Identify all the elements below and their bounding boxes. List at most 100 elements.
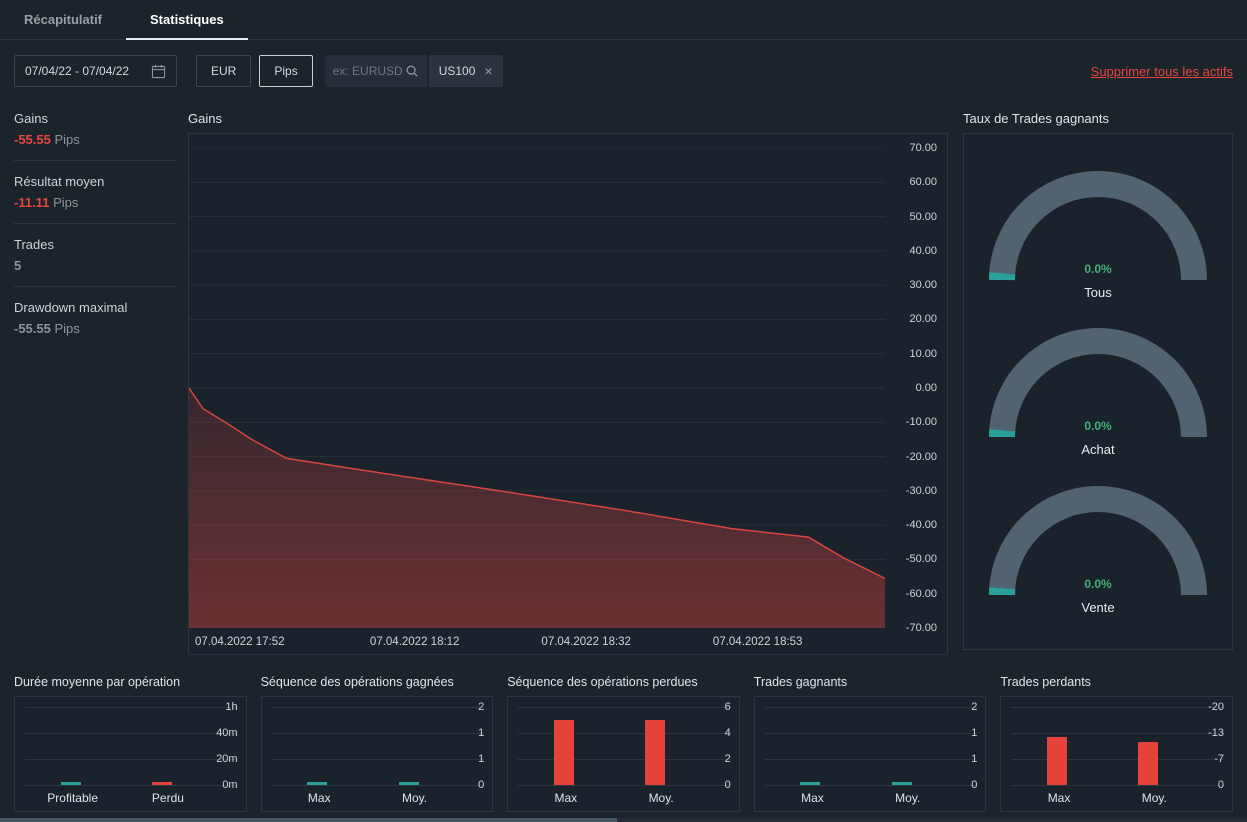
mini-y-tick-label: -20: [1208, 701, 1224, 713]
mini-chart-seq-perdues: Séquence des opérations perdues 6 4 2 0 Max M…: [507, 675, 740, 812]
bar: [645, 720, 666, 785]
bar: [151, 782, 172, 785]
bar-column: [518, 707, 609, 785]
category-label: Moy.: [401, 791, 428, 805]
mini-y-tick-label: 2: [724, 753, 731, 765]
gains-chart-section: Gains 70.00 60.00 50.00 40.00 30.00 20.00 10.0…: [188, 111, 948, 655]
unit-button[interactable]: Pips: [259, 55, 313, 87]
gauge-tous: 0.0% Tous: [987, 169, 1209, 300]
mini-chart-box: 6 4 2 0 Max Moy.: [507, 696, 740, 812]
gains-chart-yticks: 70.00 60.00 50.00 40.00 30.00 20.00 10.00 0.00 -…: [887, 142, 937, 634]
category-label: Max: [1047, 791, 1071, 805]
y-tick-label: -20.00: [905, 450, 937, 463]
bar: [307, 782, 328, 785]
mini-y-tick-label: 2: [971, 701, 978, 713]
tab-statistiques[interactable]: Statistiques: [126, 0, 248, 40]
bar-column: [1103, 707, 1194, 785]
category-label: Moy.: [648, 791, 674, 805]
chip-close-icon[interactable]: ×: [484, 63, 492, 79]
gains-chart-xlabels: 07.04.2022 17:52 07.04.2022 18:12 07.04.20…: [195, 636, 881, 656]
summary-value: -55.55: [14, 132, 51, 147]
y-tick-label: -10.00: [905, 416, 937, 429]
bar: [398, 782, 419, 785]
tab-recapitulatif[interactable]: Récapitulatif: [0, 0, 126, 39]
summary-item-gains: Gains -55.55 Pips: [14, 111, 177, 147]
x-tick-label: 07.04.2022 18:53: [712, 636, 803, 648]
gauge-label: Achat: [1081, 442, 1115, 457]
mini-y-tick-label: 1: [478, 727, 485, 739]
summary-unit: Pips: [54, 321, 80, 336]
y-tick-label: -70.00: [905, 621, 937, 634]
category-label: Moy.: [1141, 791, 1167, 805]
bar-column: [363, 707, 454, 785]
mini-chart-box: 2 1 1 0 Max Moy.: [260, 696, 494, 812]
currency-button[interactable]: EUR: [196, 55, 252, 87]
mini-chart-seq-gagnees: Séquence des opérations gagnées 2 1 1 0 Max M…: [260, 675, 494, 812]
mini-y-tick-label: 0: [971, 779, 978, 791]
scrollbar-thumb[interactable]: [0, 818, 618, 822]
summary-value: -11.11: [14, 195, 50, 210]
bar-column: [765, 707, 856, 785]
category-label: Max: [307, 791, 331, 805]
mini-chart-box: -20 -13 -7 0 Max Moy.: [1000, 696, 1233, 812]
asset-chip[interactable]: US100 ×: [428, 55, 503, 87]
bar: [800, 782, 821, 785]
mini-category-labels: Max Moy.: [1011, 791, 1202, 805]
y-tick-label: 40.00: [909, 244, 937, 257]
mini-plot-area: 2 1 1 0: [764, 701, 978, 791]
calendar-icon[interactable]: [151, 64, 166, 79]
gauge-value: 0.0%: [1084, 261, 1112, 276]
mini-bars: [765, 707, 948, 785]
x-tick-label: 07.04.2022 17:52: [195, 636, 285, 648]
mini-category-labels: Profitable Perdu: [25, 791, 216, 805]
summary-item-resultat-moyen: Résultat moyen -11.11 Pips: [14, 174, 177, 210]
gains-chart: 70.00 60.00 50.00 40.00 30.00 20.00 10.00 0.00 -…: [188, 133, 948, 655]
remove-all-assets-link[interactable]: Supprimer tous les actifs: [1091, 64, 1233, 79]
gauge-value: 0.0%: [1084, 576, 1112, 591]
mini-category-labels: Max Moy.: [518, 791, 709, 805]
mini-chart-title: Durée moyenne par opération: [14, 675, 181, 689]
search-icon: [406, 65, 418, 77]
mini-y-tick-label: 0: [478, 779, 485, 791]
y-tick-label: -40.00: [905, 519, 937, 532]
y-tick-label: -30.00: [905, 484, 937, 497]
divider: [14, 223, 177, 224]
bar-column: [116, 707, 207, 785]
grid-line: [271, 785, 485, 786]
summary-item-drawdown: Drawdown maximal -55.55 Pips: [14, 300, 177, 336]
summary-label: Gains: [14, 111, 48, 126]
search-box[interactable]: [324, 55, 427, 87]
y-tick-label: -50.00: [905, 553, 937, 566]
mini-plot-area: 2 1 1 0: [271, 701, 485, 791]
mini-category-labels: Max Moy.: [765, 791, 956, 805]
mini-chart-title: Séquence des opérations gagnées: [260, 675, 454, 689]
search-input[interactable]: [332, 64, 405, 78]
x-tick-label: 07.04.2022 18:12: [369, 636, 460, 648]
y-tick-label: 0.00: [915, 381, 937, 394]
y-tick-label: 30.00: [909, 279, 937, 292]
asset-chip-label: US100: [438, 64, 476, 78]
gains-chart-svg: [189, 148, 885, 628]
mini-chart-title: Trades gagnants: [753, 675, 848, 689]
mini-bars: [1011, 707, 1194, 785]
date-range-input[interactable]: 07/04/22 - 07/04/22: [14, 55, 177, 87]
summary-panel: Gains -55.55 Pips Résultat moyen -11.11 …: [14, 111, 177, 336]
summary-label: Trades: [14, 237, 54, 252]
bar: [553, 720, 574, 785]
bar-column: [1011, 707, 1102, 785]
mini-chart-trades-perdants: Trades perdants -20 -13 -7 0 Max Moy.: [1000, 675, 1233, 812]
y-tick-label: -60.00: [905, 587, 937, 600]
summary-unit: Pips: [54, 132, 80, 147]
mini-chart-box: 1h 40m 20m 0m Profitable Perdu: [14, 696, 247, 812]
y-tick-label: 60.00: [909, 176, 937, 189]
bar: [1138, 741, 1159, 785]
summary-label: Drawdown maximal: [14, 300, 128, 315]
mini-chart-duree: Durée moyenne par opération 1h 40m 20m 0m Pr…: [14, 675, 247, 812]
horizontal-scrollbar[interactable]: [0, 818, 1247, 822]
mini-y-tick-label: 4: [724, 727, 731, 739]
grid-line: [25, 785, 238, 786]
x-tick-label: 07.04.2022 18:32: [541, 636, 631, 648]
gauge-label: Tous: [1084, 284, 1112, 300]
mini-y-tick-label: 1: [478, 753, 485, 765]
mini-y-tick-label: 40m: [216, 727, 238, 739]
